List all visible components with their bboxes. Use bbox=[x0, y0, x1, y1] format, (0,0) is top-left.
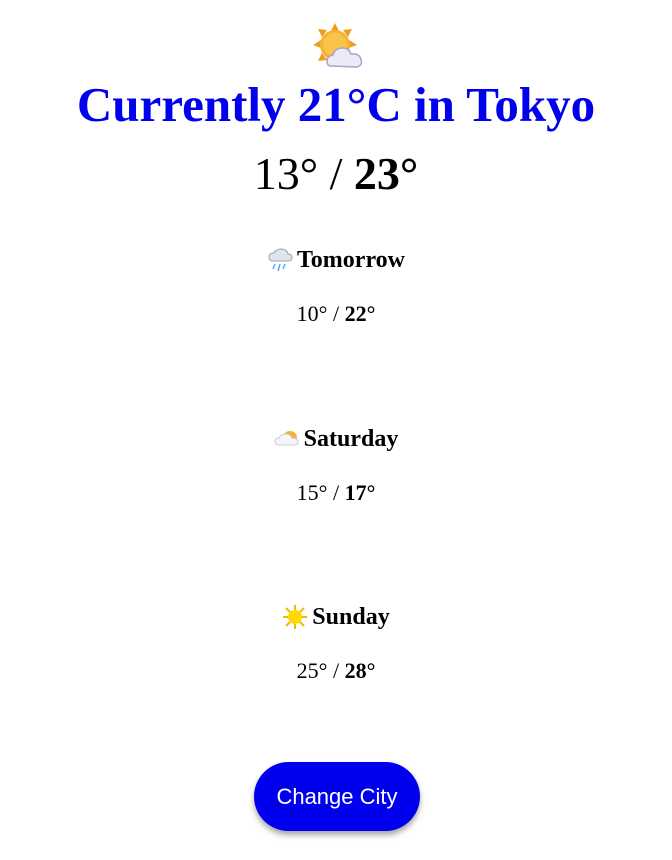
sun-icon bbox=[283, 605, 308, 629]
change-city-button[interactable]: Change City bbox=[254, 762, 420, 831]
forecast-low-temperature: 15° bbox=[296, 480, 328, 505]
forecast-temperature-range: 15° / 17° bbox=[0, 480, 672, 506]
temperature-separator: / bbox=[329, 148, 343, 199]
forecast-low-temperature: 25° bbox=[296, 658, 328, 683]
sun-behind-cloud-icon bbox=[274, 431, 299, 446]
forecast-high-temperature: 22° bbox=[344, 301, 376, 326]
forecast-high-temperature: 17° bbox=[344, 480, 376, 505]
forecast-temperature-range: 25° / 28° bbox=[0, 658, 672, 684]
temperature-separator: / bbox=[332, 480, 340, 505]
sun-behind-cloud-icon bbox=[313, 23, 363, 68]
current-low-temperature: 13° bbox=[253, 148, 319, 199]
current-high-temperature: 23° bbox=[353, 148, 419, 199]
forecast-day-heading: Saturday bbox=[0, 424, 672, 454]
forecast-day-name: Saturday bbox=[303, 426, 399, 452]
forecast-day-name: Sunday bbox=[312, 604, 390, 630]
forecast-temperature-range: 10° / 22° bbox=[0, 301, 672, 327]
page-title: Currently 21°C in Tokyo bbox=[76, 77, 596, 132]
forecast-low-temperature: 10° bbox=[296, 301, 328, 326]
forecast-high-temperature: 28° bbox=[344, 658, 376, 683]
temperature-separator: / bbox=[332, 301, 340, 326]
current-temperature-range: 13° / 23° bbox=[0, 146, 672, 202]
forecast-day-heading: Tomorrow bbox=[0, 245, 672, 275]
cloud-with-rain-icon bbox=[268, 248, 293, 272]
temperature-separator: / bbox=[332, 658, 340, 683]
forecast-day-name: Tomorrow bbox=[297, 247, 405, 273]
forecast-day-heading: Sunday bbox=[0, 602, 672, 632]
